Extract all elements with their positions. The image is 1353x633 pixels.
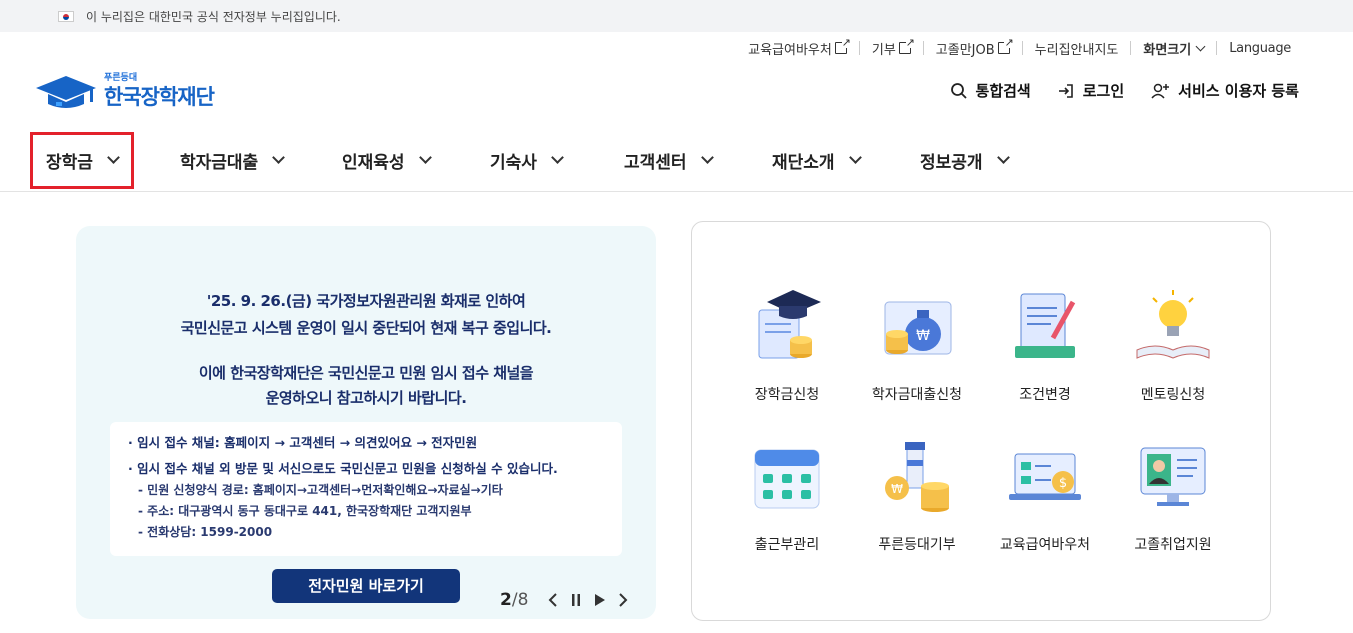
quick-item-mentoring-apply[interactable]: 멘토링신청 [1108, 288, 1238, 404]
quick-item-voucher[interactable]: $ 교육급여바우처 [980, 438, 1110, 554]
nav-item-customer-center[interactable]: 고객센터 [624, 130, 714, 190]
search-icon [950, 82, 967, 99]
util-link-voucher[interactable]: 교육급여바우처 [736, 37, 859, 59]
nav-item-dormitory[interactable]: 기숙사 [490, 130, 564, 190]
banner-info-subline: - 민원 신청양식 경로: 홈페이지→고객센터→먼저확인해요→자료실→기타 [138, 483, 503, 497]
main-nav: 장학금 학자금대출 인재육성 기숙사 고객센터 재단소개 정보공개 [0, 130, 1353, 192]
quick-item-job-support[interactable]: 고졸취업지원 [1108, 438, 1238, 554]
pause-slide-button[interactable] [570, 593, 582, 607]
add-user-icon [1151, 83, 1170, 99]
chevron-down-icon [848, 151, 862, 164]
quick-item-donation[interactable]: ₩ 푸른등대기부 [852, 438, 982, 554]
utility-links: 교육급여바우처 기부 고졸만JOB 누리집안내지도 화면크기 Language [736, 37, 1303, 59]
next-slide-button[interactable] [618, 593, 628, 607]
nav-item-student-loan[interactable]: 학자금대출 [180, 130, 286, 190]
pause-icon [572, 594, 581, 606]
document-pencil-icon [1015, 293, 1076, 358]
quick-item-scholarship-apply[interactable]: 장학금신청 [722, 288, 852, 404]
external-link-icon [834, 37, 851, 54]
quick-menu-panel: 장학금신청 ₩ 학자금대출신청 조건변경 멘토링신청 출근부관리 ₩ 푸른등대기… [691, 221, 1271, 621]
language-selector[interactable]: Language [1217, 37, 1303, 59]
header-actions: 통합검색 로그인 서비스 이용자 등록 [924, 80, 1299, 101]
prev-slide-button[interactable] [548, 593, 558, 607]
notice-banner: '25. 9. 26.(금) 국가정보자원관리원 화재로 인하여 국민신문고 시… [76, 226, 656, 619]
util-link-donate[interactable]: 기부 [860, 37, 923, 59]
font-size-dropdown[interactable]: 화면크기 [1131, 37, 1216, 59]
graduation-cap-logo-icon [36, 76, 96, 108]
logo-title: 한국장학재단 [104, 85, 215, 109]
svg-text:₩: ₩ [916, 328, 930, 344]
quick-item-condition-change[interactable]: 조건변경 [980, 288, 1110, 404]
chevron-down-icon [996, 151, 1010, 164]
banner-controls: 2/8 [500, 590, 634, 610]
search-button[interactable]: 통합검색 [950, 80, 1031, 101]
graduation-cap-icon [758, 290, 821, 359]
chevron-down-icon [272, 151, 286, 164]
chevron-right-icon [619, 593, 628, 607]
chevron-down-icon [1195, 41, 1206, 51]
banner-title-line: '25. 9. 26.(금) 국가정보자원관리원 화재로 인하여 [206, 292, 526, 310]
util-link-sitemap[interactable]: 누리집안내지도 [1023, 37, 1131, 59]
svg-text:$: $ [1059, 476, 1067, 491]
job-profile-icon [1140, 447, 1206, 506]
play-icon [595, 594, 606, 606]
banner-title-line: 국민신문고 시스템 운영이 일시 중단되어 현재 복구 중입니다. [180, 319, 552, 337]
quick-item-loan-apply[interactable]: ₩ 학자금대출신청 [852, 288, 982, 404]
lighthouse-coins-icon: ₩ [885, 442, 949, 512]
nav-item-disclosure[interactable]: 정보공개 [920, 130, 1010, 190]
banner-info-subline: - 주소: 대구광역시 동구 동대구로 441, 한국장학재단 고객지원부 [138, 504, 472, 518]
nav-item-about[interactable]: 재단소개 [772, 130, 862, 190]
nav-item-talent[interactable]: 인재육성 [342, 130, 432, 190]
external-link-icon [898, 37, 915, 54]
banner-title-line: 이에 한국장학재단은 국민신문고 민원 임시 접수 채널을 [198, 364, 534, 382]
banner-info-box: · 임시 접수 채널: 홈페이지 → 고객센터 → 의견있어요 → 전자민원 ·… [110, 422, 622, 556]
site-logo[interactable]: 푸른등대 한국장학재단 [36, 72, 215, 112]
logo-subtitle: 푸른등대 [104, 73, 138, 83]
gov-banner-text: 이 누리집은 대한민국 공식 전자정부 누리집입니다. [86, 9, 341, 24]
register-button[interactable]: 서비스 이용자 등록 [1150, 80, 1299, 101]
chevron-down-icon [700, 151, 714, 164]
chevron-left-icon [548, 593, 558, 607]
e-petition-button[interactable]: 전자민원 바로가기 [272, 569, 460, 603]
quick-item-attendance[interactable]: 출근부관리 [722, 438, 852, 554]
chevron-down-icon [418, 151, 432, 164]
gov-banner: 이 누리집은 대한민국 공식 전자정부 누리집입니다. [0, 0, 1353, 32]
nav-selection-highlight [30, 132, 134, 189]
play-slide-button[interactable] [594, 593, 606, 607]
banner-pagination: 2/8 [500, 590, 529, 610]
calendar-icon [754, 449, 820, 509]
banner-info-line: · 임시 접수 채널 외 방문 및 서신으로도 국민신문고 민원을 신청하실 수… [128, 461, 558, 476]
voucher-laptop-icon: $ [1009, 453, 1081, 500]
korean-flag-icon [58, 10, 74, 22]
util-link-job[interactable]: 고졸만JOB [924, 37, 1022, 59]
external-link-icon [997, 37, 1014, 54]
chevron-down-icon [551, 151, 564, 164]
banner-title-line: 운영하오니 참고하시기 바랍니다. [265, 389, 467, 407]
banner-info-line: · 임시 접수 채널: 홈페이지 → 고객센터 → 의견있어요 → 전자민원 [128, 435, 478, 450]
login-icon [1058, 83, 1073, 98]
banner-info-subline: - 전화상담: 1599-2000 [138, 525, 273, 539]
svg-text:₩: ₩ [891, 482, 903, 496]
money-bag-icon: ₩ [884, 301, 952, 355]
lightbulb-book-icon [1136, 290, 1210, 359]
login-button[interactable]: 로그인 [1057, 80, 1124, 101]
